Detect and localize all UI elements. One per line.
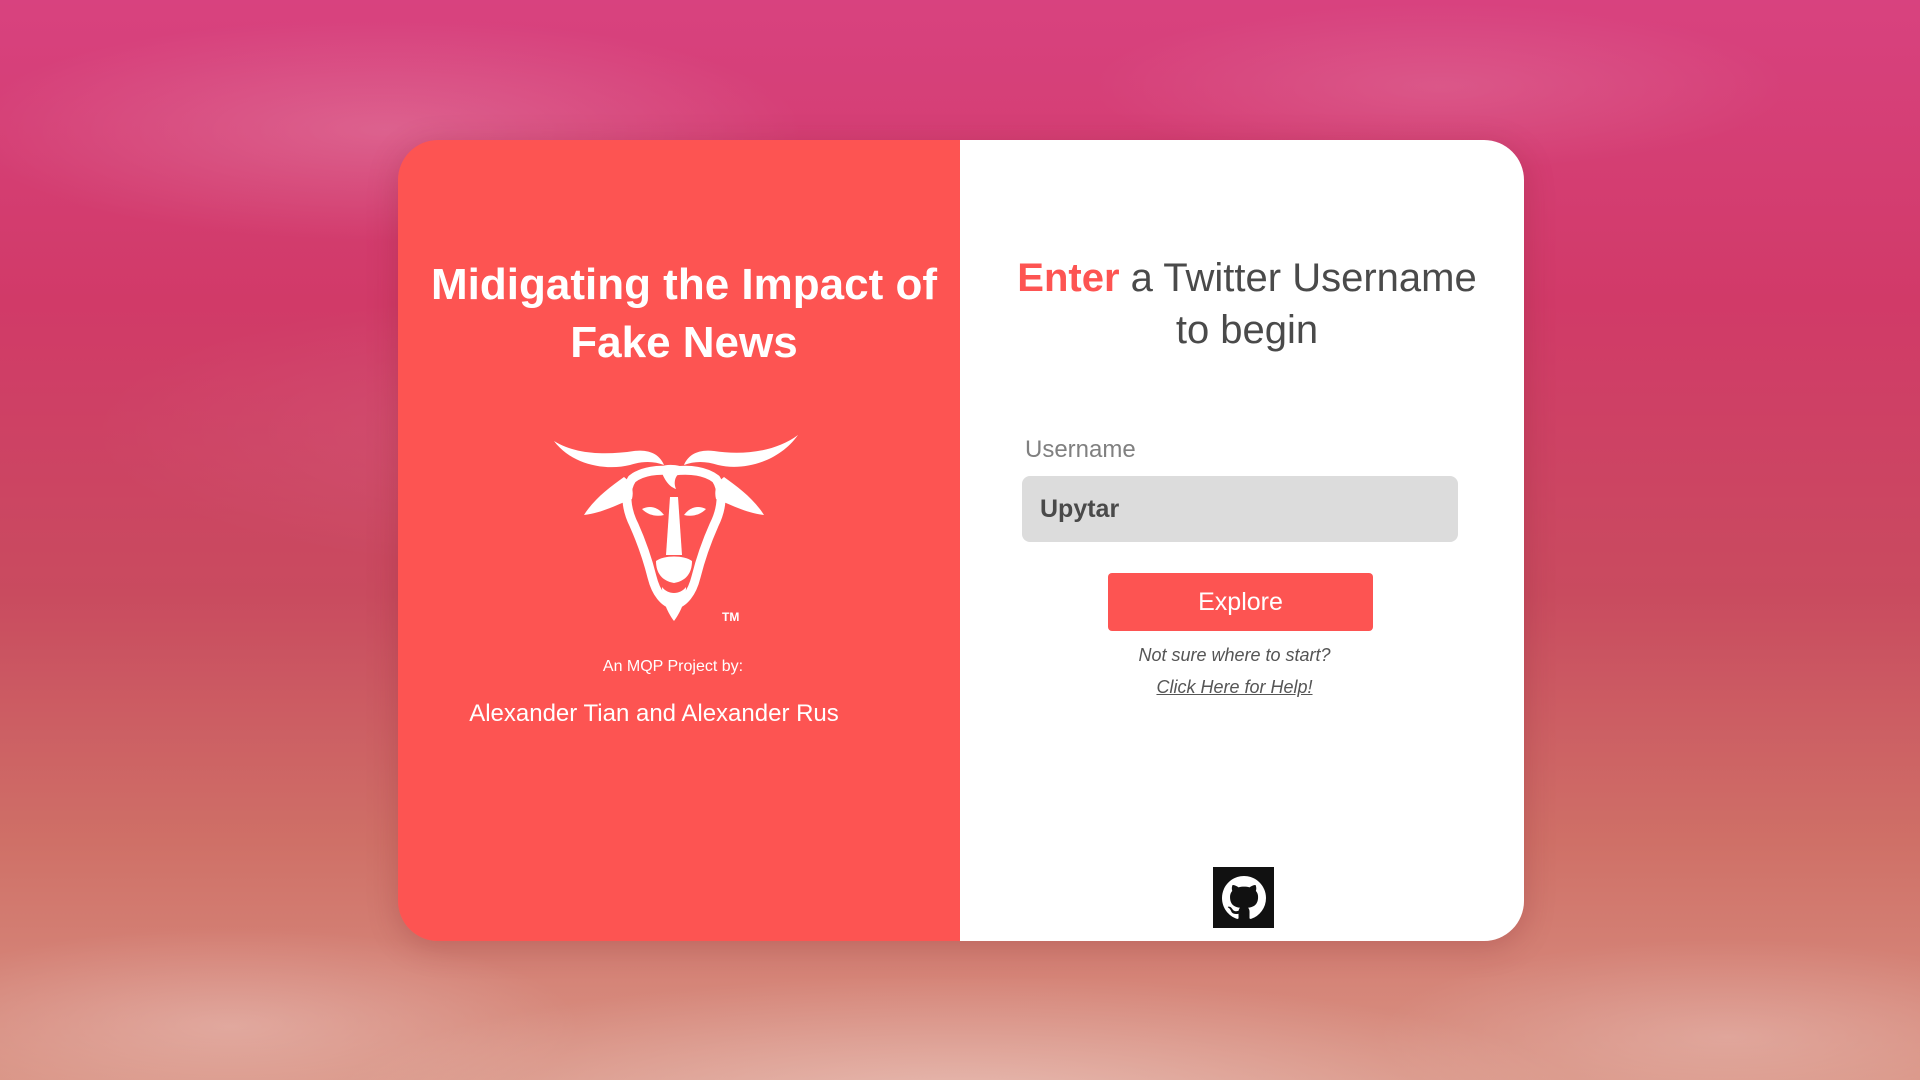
prompt-heading: Enter a Twitter Username to begin [990, 252, 1504, 356]
heading-text: a Twitter Username [1119, 256, 1477, 300]
goat-head-logo: TM [554, 435, 798, 624]
heading-accent: Enter [1017, 256, 1120, 300]
project-title: Midigating the Impact of Fake News [431, 260, 937, 367]
landing-card: Midigating the Impact of Fake News TM An… [398, 140, 1524, 941]
right-panel: Enter a Twitter Username to begin Usernam… [960, 140, 1524, 941]
svg-text:TM: TM [722, 610, 739, 624]
github-icon [1221, 875, 1266, 919]
explore-button[interactable]: Explore [1108, 573, 1373, 631]
project-byline: An MQP Project by: [602, 658, 744, 675]
heading-line2: to begin [1175, 308, 1319, 352]
help-link[interactable]: Click Here for Help! [960, 677, 1509, 698]
help-hint: Not sure where to start? [1138, 645, 1331, 665]
github-link[interactable] [1213, 867, 1274, 928]
username-label: Username [1025, 436, 1136, 463]
left-panel: Midigating the Impact of Fake News TM An… [398, 140, 960, 941]
username-input[interactable] [1022, 476, 1458, 542]
project-authors: Alexander Tian and Alexander Rus [469, 700, 839, 727]
